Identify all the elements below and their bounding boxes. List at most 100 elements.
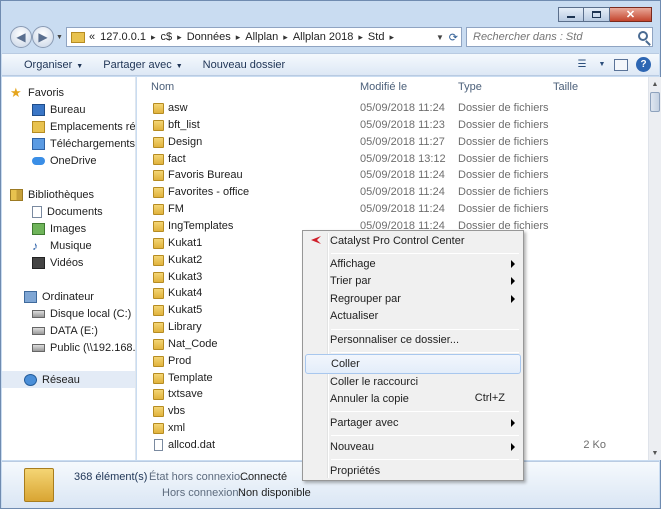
chevron-right-icon[interactable]: ▸: [236, 32, 241, 43]
forward-button[interactable]: ▶: [32, 26, 54, 48]
file-size: 2 Ko: [583, 439, 606, 451]
table-row[interactable]: Favorites - office 05/09/2018 11:24 Dossie…: [137, 184, 648, 201]
nav-downloads[interactable]: Téléchargements: [32, 135, 135, 152]
minimize-button[interactable]: [558, 7, 584, 22]
vertical-scrollbar[interactable]: ▲ ▼: [648, 77, 661, 460]
search-icon[interactable]: [638, 31, 648, 41]
file-name: asw: [168, 102, 188, 114]
chevron-down-icon[interactable]: ▼: [436, 33, 444, 42]
column-header-modified[interactable]: Modifié le: [360, 81, 407, 93]
folder-icon: [153, 119, 164, 131]
file-name: vbs: [168, 405, 186, 418]
nav-recent-places[interactable]: Emplacements récents: [32, 118, 135, 135]
nav-pictures[interactable]: Images: [32, 220, 86, 237]
menu-item-properties[interactable]: Propriétés: [305, 461, 521, 481]
nav-computer[interactable]: Ordinateur: [24, 288, 94, 305]
maximize-button[interactable]: [584, 7, 610, 22]
breadcrumb-item[interactable]: 127.0.0.1: [100, 31, 146, 43]
nav-desktop[interactable]: Bureau: [32, 101, 85, 118]
view-options-icon[interactable]: ☰: [574, 57, 590, 72]
nav-favorites-label: Favoris: [28, 86, 65, 99]
scroll-down-icon[interactable]: ▼: [649, 446, 661, 460]
file-name: IngTemplates: [168, 219, 234, 232]
table-row[interactable]: fact 05/09/2018 13:12 Dossier de fichiers: [137, 151, 648, 168]
star-icon: ★: [10, 84, 22, 100]
folder-icon: [153, 271, 164, 283]
table-row[interactable]: Design 05/09/2018 11:27 Dossier de fichier…: [137, 134, 648, 151]
arrow-right-icon: ▶: [38, 30, 48, 44]
menu-item-paste[interactable]: Coller: [305, 354, 521, 374]
chevron-down-icon[interactable]: ▼: [598, 57, 606, 72]
column-header-type[interactable]: Type: [458, 81, 482, 93]
address-bar[interactable]: « 127.0.0.1 ▸ c$ ▸ Données ▸ Allplan ▸ A…: [66, 27, 462, 47]
menu-item-customize[interactable]: Personnaliser ce dossier...: [305, 330, 521, 350]
chevron-right-icon[interactable]: ▸: [389, 32, 394, 43]
menu-item-sort[interactable]: Trier par: [305, 271, 521, 291]
back-button[interactable]: ◀: [10, 26, 32, 48]
context-menu: Catalyst Pro Control Center Affichage Tr…: [302, 230, 524, 481]
breadcrumb-item[interactable]: Std: [368, 31, 385, 43]
file-date: 05/09/2018 13:12: [360, 152, 446, 165]
menu-item-share[interactable]: Partager avec: [305, 413, 521, 433]
search-box[interactable]: [466, 27, 653, 47]
explorer-window: ✕ ◀ ▶ ▼ « 127.0.0.1 ▸ c$ ▸ Données ▸ All…: [0, 0, 661, 509]
breadcrumb-item[interactable]: c$: [161, 31, 173, 43]
file-name: Nat_Code: [168, 337, 218, 350]
breadcrumb-overflow[interactable]: «: [89, 31, 95, 43]
folder-icon: [153, 322, 164, 334]
chevron-right-icon[interactable]: ▸: [358, 32, 363, 43]
menu-item-catalyst[interactable]: Catalyst Pro Control Center: [305, 231, 521, 251]
nav-libraries[interactable]: Bibliothèques: [10, 186, 94, 203]
file-icon: [154, 439, 163, 451]
refresh-icon[interactable]: ⟳: [449, 31, 458, 44]
nav-local-disk[interactable]: Disque local (C:): [32, 305, 131, 322]
breadcrumb-item[interactable]: Allplan 2018: [293, 31, 354, 43]
organize-menu[interactable]: Organiser ▼: [2, 59, 91, 71]
table-row[interactable]: asw 05/09/2018 11:24 Dossier de fichiers: [137, 100, 648, 117]
nav-desktop-label: Bureau: [50, 103, 86, 116]
share-menu[interactable]: Partager avec ▼: [91, 59, 190, 71]
nav-data-drive[interactable]: DATA (E:): [32, 322, 98, 339]
menu-item-new[interactable]: Nouveau: [305, 437, 521, 457]
file-type: Dossier de fichiers: [458, 102, 549, 114]
recent-pages-dropdown[interactable]: ▼: [56, 34, 63, 41]
scroll-thumb[interactable]: [650, 92, 660, 112]
scroll-up-icon[interactable]: ▲: [649, 77, 661, 91]
search-input[interactable]: [473, 31, 633, 43]
close-icon: ✕: [625, 9, 636, 21]
downloads-icon: [32, 137, 45, 150]
offline-state-value: Connecté: [240, 471, 288, 483]
chevron-right-icon[interactable]: ▸: [151, 32, 156, 43]
file-type: Dossier de fichiers: [458, 152, 549, 165]
table-row[interactable]: FM 05/09/2018 11:24 Dossier de fichiers: [137, 201, 648, 218]
nav-network[interactable]: Réseau: [2, 371, 135, 388]
help-icon[interactable]: ?: [636, 57, 651, 72]
nav-onedrive[interactable]: OneDrive: [32, 152, 96, 169]
menu-item-refresh[interactable]: Actualiser: [305, 306, 521, 326]
network-icon: [24, 373, 37, 386]
nav-music[interactable]: ♪ Musique: [32, 237, 92, 254]
nav-public-share[interactable]: Public (\\192.168.3.101): [32, 339, 135, 356]
column-header-name[interactable]: Nom: [151, 81, 174, 93]
table-row[interactable]: bft_list 05/09/2018 11:23 Dossier de fichi…: [137, 117, 648, 134]
nav-documents[interactable]: Documents: [32, 203, 103, 220]
chevron-right-icon[interactable]: ▸: [283, 32, 288, 43]
menu-item-refresh-label: Actualiser: [330, 310, 379, 322]
close-button[interactable]: ✕: [610, 7, 652, 22]
new-folder-button[interactable]: Nouveau dossier: [191, 59, 294, 71]
nav-favorites[interactable]: ★ Favoris: [10, 84, 64, 101]
menu-item-undo-copy[interactable]: Annuler la copie Ctrl+Z: [305, 389, 521, 409]
preview-pane-icon[interactable]: [614, 58, 628, 71]
maximize-icon: [592, 11, 601, 18]
cloud-icon: [32, 156, 45, 165]
chevron-down-icon: ▼: [175, 62, 183, 70]
breadcrumb-item[interactable]: Données: [187, 31, 231, 43]
column-header-size[interactable]: Taille: [553, 81, 578, 93]
table-row[interactable]: Favoris Bureau 05/09/2018 11:24 Dossier de…: [137, 167, 648, 184]
nav-videos[interactable]: Vidéos: [32, 254, 83, 271]
chevron-right-icon[interactable]: ▸: [177, 32, 182, 43]
menu-item-group-label: Regrouper par: [330, 293, 401, 305]
file-date: 05/09/2018 11:24: [360, 102, 445, 114]
folder-icon: [153, 170, 164, 182]
breadcrumb-item[interactable]: Allplan: [245, 31, 278, 43]
